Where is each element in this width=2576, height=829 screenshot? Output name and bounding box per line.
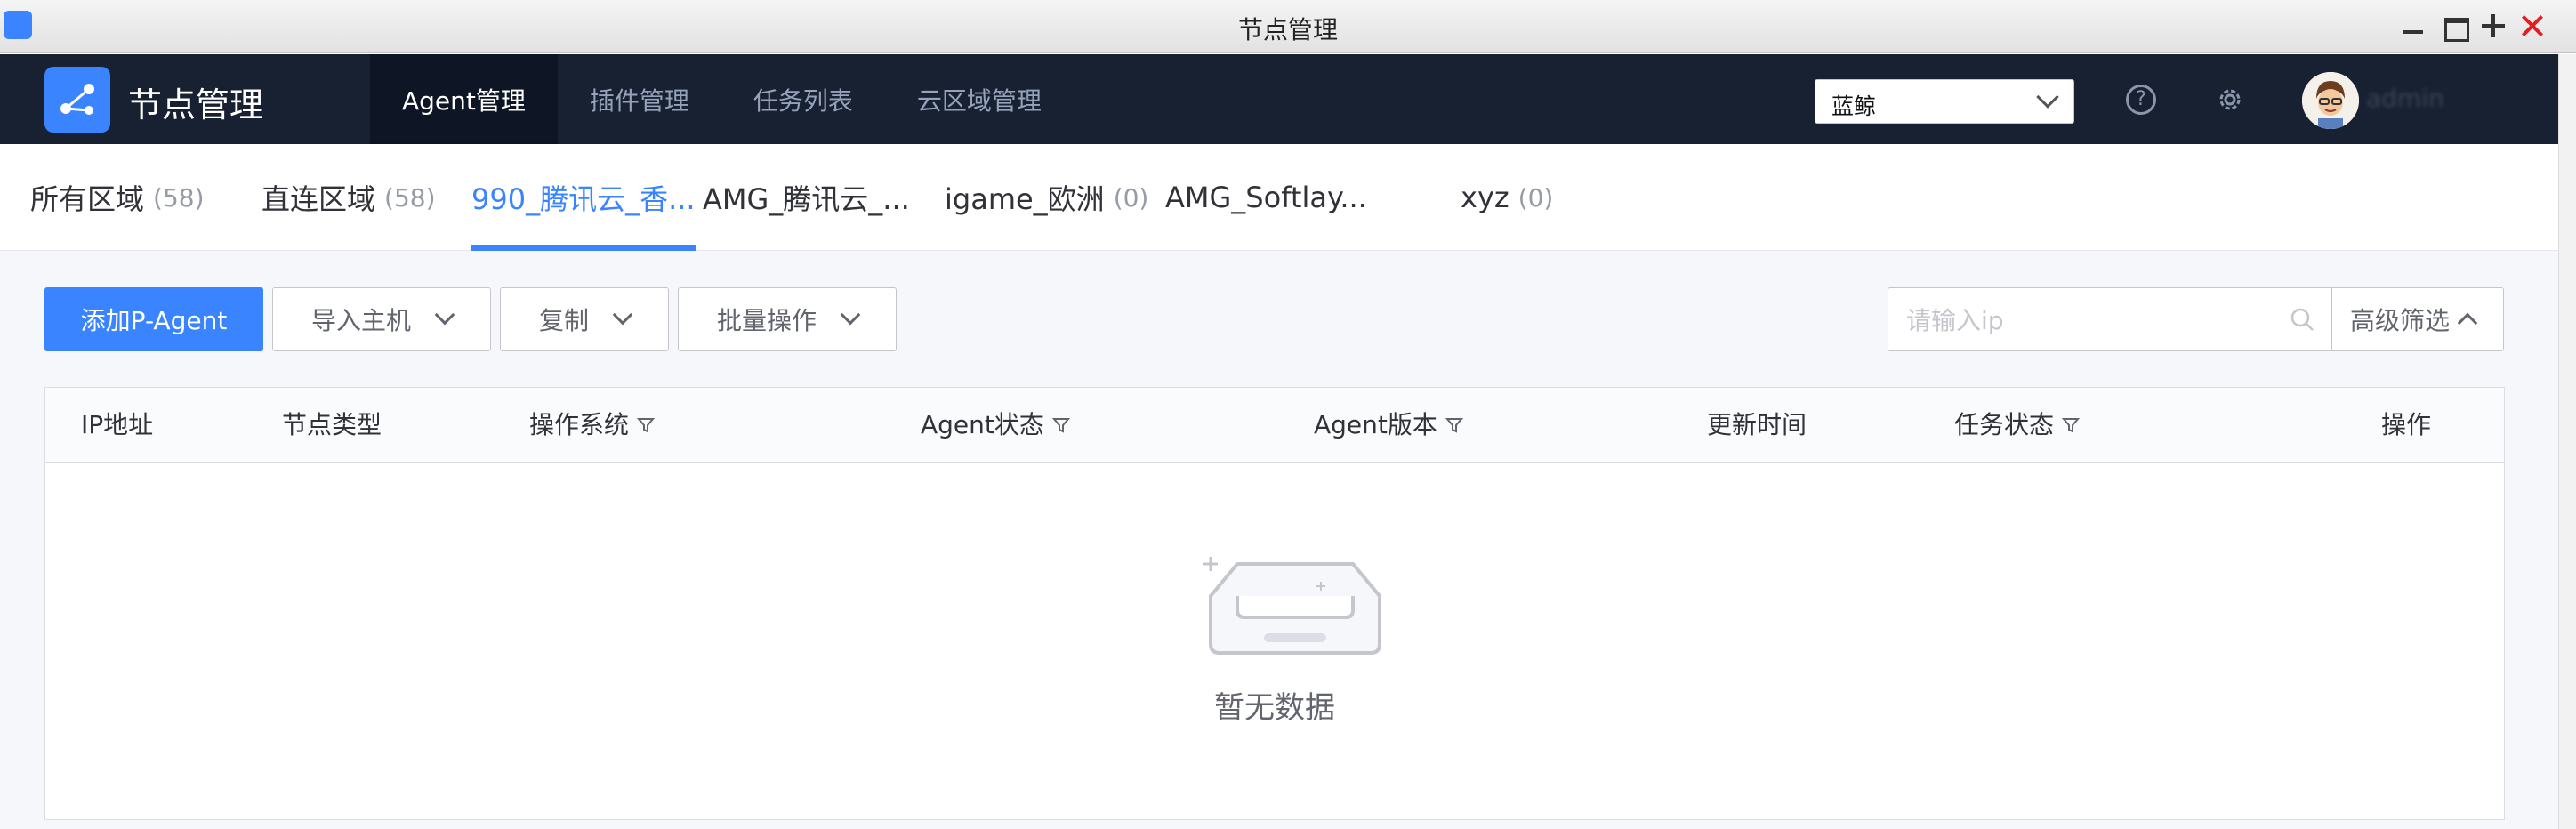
chevron-up-icon [2457, 312, 2478, 334]
batch-operation-label: 批量操作 [716, 306, 817, 335]
tab-amg-tencent[interactable]: AMG_腾讯云_... [703, 144, 910, 251]
help-icon[interactable]: ? [2126, 85, 2156, 115]
chevron-down-icon [434, 304, 455, 326]
tab-all-areas[interactable]: 所有区域 (58) [30, 144, 205, 251]
tab-label: 直连区域 [262, 182, 376, 216]
tab-label: igame_欧洲 [945, 182, 1105, 216]
column-task-status: 任务状态 [1954, 388, 2081, 463]
search-input[interactable] [1906, 302, 2280, 338]
chevron-down-icon [612, 304, 633, 326]
app-header: 节点管理 Agent管理 插件管理 任务列表 云区域管理 蓝鲸 ? admin [0, 54, 2558, 144]
nav-task-list[interactable]: 任务列表 [721, 54, 885, 144]
column-os: 操作系统 [529, 388, 656, 463]
avatar[interactable] [2302, 72, 2359, 129]
window-scrollbar[interactable] [2558, 54, 2576, 829]
tab-igame-europe[interactable]: igame_欧洲 (0) [945, 144, 1148, 251]
add-p-agent-button[interactable]: 添加P-Agent [44, 287, 263, 351]
batch-operation-button[interactable]: 批量操作 [678, 287, 897, 351]
advanced-filter-label: 高级筛选 [2350, 306, 2451, 335]
copy-button[interactable]: 复制 [500, 287, 669, 351]
column-label: 操作 [2381, 410, 2432, 439]
minimize-icon[interactable] [2398, 11, 2428, 41]
maximize-icon[interactable] [2439, 11, 2469, 42]
tab-count: (0) [1113, 182, 1149, 213]
gear-icon[interactable] [2215, 85, 2245, 115]
column-label: 节点类型 [282, 410, 382, 439]
tab-label: xyz [1461, 181, 1509, 214]
column-label: 更新时间 [1707, 410, 1807, 439]
import-hosts-label: 导入主机 [310, 306, 411, 335]
user-name[interactable]: admin [2366, 84, 2444, 113]
main-content: 添加P-Agent 导入主机 复制 批量操作 高级筛选 IP地址 节点类型 操作… [0, 252, 2558, 829]
empty-box-icon [1203, 557, 1381, 655]
nav-agent-management[interactable]: Agent管理 [370, 54, 558, 144]
nav-plugin-management[interactable]: 插件管理 [558, 54, 721, 144]
window-title: 节点管理 [1237, 15, 1338, 44]
tab-direct-area[interactable]: 直连区域 (58) [262, 144, 436, 251]
column-agent-version: Agent版本 [1314, 388, 1464, 463]
agent-table: IP地址 节点类型 操作系统 Agent状态 Agent版本 更新时间 任务状态… [44, 387, 2505, 820]
tab-label: AMG_Softlay... [1165, 181, 1367, 214]
tab-count: (58) [384, 182, 436, 213]
tab-count: (58) [153, 182, 205, 213]
business-select-value: 蓝鲸 [1831, 93, 1877, 119]
new-window-icon[interactable] [2478, 11, 2508, 41]
import-hosts-button[interactable]: 导入主机 [272, 287, 491, 351]
tab-990-tencent-hk[interactable]: 990_腾讯云_香... [471, 144, 696, 251]
empty-state: 暂无数据 [45, 463, 2504, 818]
window-title-bar: 节点管理 [0, 0, 2576, 53]
column-label: Agent版本 [1314, 410, 1437, 439]
column-label: 任务状态 [1954, 410, 2055, 439]
ip-search-box [1888, 287, 2332, 351]
filter-icon[interactable] [636, 415, 656, 435]
tab-amg-softlayer[interactable]: AMG_Softlay... [1165, 144, 1367, 251]
tab-label: 所有区域 [30, 182, 145, 216]
column-label: 操作系统 [529, 410, 630, 439]
tab-label: AMG_腾讯云_... [703, 182, 910, 216]
search-icon[interactable] [2289, 306, 2315, 333]
chevron-down-icon [2036, 85, 2059, 109]
filter-icon[interactable] [1051, 415, 1071, 435]
filter-icon[interactable] [1445, 415, 1464, 435]
column-update-time: 更新时间 [1707, 388, 1807, 463]
tab-label: 990_腾讯云_香... [471, 182, 696, 216]
column-label: Agent状态 [921, 410, 1044, 439]
business-select[interactable]: 蓝鲸 [1815, 79, 2074, 124]
column-agent-status: Agent状态 [921, 388, 1071, 463]
column-ip: IP地址 [81, 388, 153, 463]
nav-cloud-area-management[interactable]: 云区域管理 [885, 54, 1074, 144]
filter-icon[interactable] [2061, 415, 2081, 435]
top-nav: Agent管理 插件管理 任务列表 云区域管理 [370, 54, 1074, 144]
node-manager-logo-icon[interactable] [44, 67, 110, 133]
advanced-filter-button[interactable]: 高级筛选 [2331, 287, 2504, 351]
copy-label: 复制 [538, 306, 589, 335]
region-tabs: 所有区域 (58) 直连区域 (58) 990_腾讯云_香... AMG_腾讯云_.… [0, 144, 2558, 251]
column-label: IP地址 [81, 410, 154, 439]
chevron-down-icon [840, 304, 861, 326]
app-name: 节点管理 [128, 85, 264, 125]
tab-xyz[interactable]: xyz (0) [1461, 144, 1553, 251]
tab-count: (0) [1517, 182, 1554, 213]
column-operation: 操作 [2381, 388, 2431, 463]
table-header: IP地址 节点类型 操作系统 Agent状态 Agent版本 更新时间 任务状态… [45, 388, 2504, 463]
column-node-type: 节点类型 [282, 388, 382, 463]
close-icon[interactable] [2517, 11, 2548, 41]
empty-text: 暂无数据 [1214, 690, 1335, 726]
